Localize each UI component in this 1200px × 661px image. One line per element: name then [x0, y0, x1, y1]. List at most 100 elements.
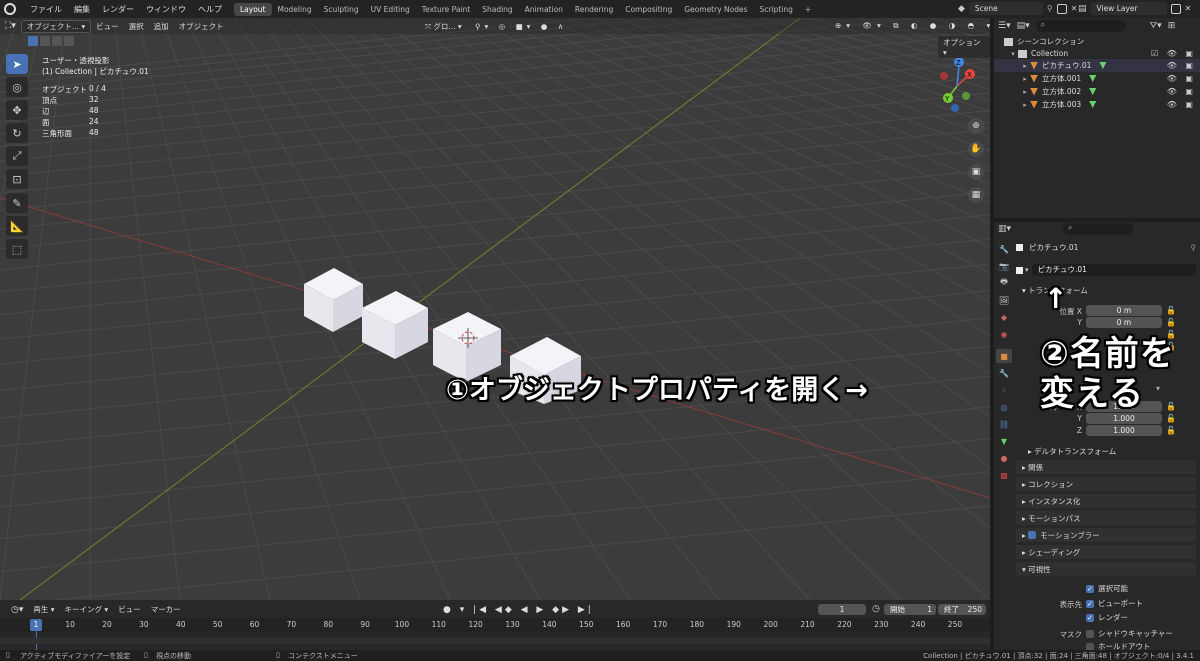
item-expand-icon[interactable]: ▸ — [1020, 75, 1030, 83]
scale-tool-icon[interactable]: ⤢ — [6, 146, 28, 166]
add-workspace-button[interactable]: + — [799, 3, 817, 16]
visibility-section-header[interactable]: ▾ 可視性 — [1016, 562, 1196, 576]
grid-perspective-icon[interactable]: ▦ — [968, 187, 984, 203]
end-frame-field[interactable]: 終了 250 — [938, 604, 986, 615]
properties-editor-icon[interactable]: ▥▾ — [998, 224, 1011, 234]
cursor-tool-icon[interactable]: ◎ — [6, 77, 28, 97]
item-visibility-icons[interactable]: 👁 ▣ — [1167, 74, 1196, 83]
tab-compositing[interactable]: Compositing — [619, 3, 678, 16]
playback-menu[interactable]: 再生 ▾ — [28, 604, 59, 615]
object-tab-icon[interactable]: ■ — [996, 349, 1012, 363]
move-tool-icon[interactable]: ✥ — [6, 100, 28, 120]
start-frame-field[interactable]: 開始 1 — [884, 604, 936, 615]
holdout-row[interactable]: ホールドアウト — [1086, 641, 1151, 650]
zoom-icon[interactable]: ⊕ — [968, 118, 984, 134]
menu-select[interactable]: 選択 — [124, 21, 149, 32]
texture-tab-icon[interactable]: ▩ — [996, 468, 1012, 482]
delete-view-layer-icon[interactable]: ✕ — [1185, 4, 1192, 13]
motion-paths-section-header[interactable]: ▸ モーションパス — [1016, 511, 1196, 525]
cube-3[interactable] — [304, 268, 363, 332]
physics-tab-icon[interactable]: ◎ — [996, 400, 1012, 414]
filter-icon[interactable]: ⛛▾ — [1150, 21, 1162, 31]
rotation-mode-dropdown-icon[interactable]: ▾ — [1156, 384, 1160, 393]
render-tab-icon[interactable]: 📷 — [996, 259, 1012, 273]
select-new-icon[interactable] — [28, 36, 38, 46]
view-layer-tab-icon[interactable]: 🖼 — [996, 293, 1012, 307]
editor-type-icon[interactable]: ⛶▾ — [0, 21, 21, 31]
viewport-checkbox-row[interactable]: ✓ ビューポート — [1086, 598, 1143, 609]
data-tab-icon[interactable]: ▼ — [996, 434, 1012, 448]
collection-visibility-icons[interactable]: ☑ 👁 ▣ — [1151, 49, 1196, 58]
select-invert-icon[interactable] — [64, 36, 74, 46]
snap-tools[interactable]: ⚲▾ ◎ ■▾ ● ∧ — [470, 22, 572, 31]
constraints-tab-icon[interactable]: ⛓ — [996, 417, 1012, 431]
tab-animation[interactable]: Animation — [519, 3, 569, 16]
object-type-dropdown-icon[interactable]: ▾ — [1025, 266, 1029, 274]
tab-modeling[interactable]: Modeling — [272, 3, 318, 16]
outliner-item[interactable]: ▸ 立方体.001 👁 ▣ — [994, 72, 1200, 85]
pin-icon[interactable]: ⚲ — [1047, 4, 1053, 13]
collection-expand-icon[interactable]: ▾ — [1008, 50, 1018, 58]
outliner-item[interactable]: ▸ 立方体.002 👁 ▣ — [994, 85, 1200, 98]
menu-add[interactable]: 追加 — [149, 21, 174, 32]
location-x-field[interactable]: 0 m — [1086, 305, 1162, 316]
selectable-checkbox-row[interactable]: ✓ 選択可能 — [1086, 583, 1128, 594]
modifier-tab-icon[interactable]: 🔧 — [996, 366, 1012, 380]
tool-tab-icon[interactable]: 🔧 — [996, 242, 1012, 256]
outliner-item[interactable]: ▸ ピカチュウ.01 👁 ▣ — [994, 59, 1200, 72]
outliner-editor-icon[interactable]: ☰▾ — [998, 21, 1011, 31]
measure-tool-icon[interactable]: 📐 — [6, 216, 28, 236]
menu-view[interactable]: ビュー — [91, 21, 124, 32]
menu-edit[interactable]: 編集 — [68, 4, 96, 15]
shading-section-header[interactable]: ▸ シェーディング — [1016, 545, 1196, 559]
tab-geometry-nodes[interactable]: Geometry Nodes — [678, 3, 753, 16]
pan-hand-icon[interactable]: ✋ — [968, 141, 984, 157]
blender-logo-icon[interactable] — [4, 3, 16, 15]
tab-texture-paint[interactable]: Texture Paint — [416, 3, 476, 16]
add-cube-tool-icon[interactable]: ⬚ — [6, 239, 28, 259]
object-name-field[interactable]: ピカチュウ.01 — [1031, 264, 1196, 276]
lock-icon[interactable]: 🔓 — [1166, 402, 1176, 411]
menu-help[interactable]: ヘルプ — [192, 4, 228, 15]
instancing-section-header[interactable]: ▸ インスタンス化 — [1016, 494, 1196, 508]
scene-field[interactable]: Scene — [968, 2, 1043, 15]
new-collection-icon[interactable]: ⊞ — [1168, 21, 1176, 31]
lock-icon[interactable]: 🔓 — [1166, 426, 1176, 435]
menu-file[interactable]: ファイル — [24, 4, 68, 15]
item-visibility-icons[interactable]: 👁 ▣ — [1167, 100, 1196, 109]
menu-render[interactable]: レンダー — [96, 4, 140, 15]
output-tab-icon[interactable]: 🖶 — [996, 276, 1012, 290]
annotate-tool-icon[interactable]: ✎ — [6, 193, 28, 213]
select-subtract-icon[interactable] — [52, 36, 62, 46]
delta-transform-header[interactable]: ▸ デルタトランスフォーム — [1016, 444, 1196, 458]
overlay-shading-buttons[interactable]: ⊕▾ 👁▾ ⧉ ◐ ● ◑ ◓ ▾ — [830, 21, 990, 31]
scale-z-field[interactable]: 1.000 — [1086, 425, 1162, 436]
outliner-search-input[interactable]: ⌕ — [1035, 20, 1126, 32]
motion-blur-checkbox[interactable] — [1028, 531, 1037, 539]
scene-tab-icon[interactable]: ◆ — [996, 310, 1012, 324]
collections-section-header[interactable]: ▸ コレクション — [1016, 477, 1196, 491]
item-visibility-icons[interactable]: 👁 ▣ — [1167, 87, 1196, 96]
timeline-scrollbar[interactable] — [0, 638, 990, 644]
tab-scripting[interactable]: Scripting — [754, 3, 799, 16]
mode-dropdown[interactable]: オブジェクト... ▾ — [20, 19, 92, 33]
select-tool-icon[interactable]: ➤ — [6, 54, 28, 74]
delete-scene-icon[interactable]: ✕ — [1071, 4, 1078, 13]
clock-icon[interactable]: ◷ — [872, 604, 880, 614]
3d-viewport[interactable]: X Y Z ⛶▾ オブジェクト... ▾ ビュー 選択 追加 オブジェクト ⤧ … — [0, 18, 990, 600]
tab-rendering[interactable]: Rendering — [569, 3, 619, 16]
motion-blur-section-header[interactable]: ▸ モーションブラー — [1016, 528, 1196, 542]
item-expand-icon[interactable]: ▸ — [1020, 101, 1030, 109]
current-frame-field[interactable]: 1 — [818, 604, 866, 615]
timeline-editor-icon[interactable]: ◷▾ — [6, 605, 28, 615]
lock-icon[interactable]: 🔓 — [1166, 306, 1176, 315]
material-tab-icon[interactable]: ● — [996, 451, 1012, 465]
shadow-catcher-checkbox[interactable] — [1086, 630, 1094, 638]
viewport-checkbox[interactable]: ✓ — [1086, 600, 1094, 608]
marker-menu[interactable]: マーカー — [146, 604, 186, 615]
orientation-dropdown[interactable]: ⤧ グロ... ▾ — [420, 21, 467, 32]
particles-tab-icon[interactable]: ⁘ — [996, 383, 1012, 397]
timeline-view-menu[interactable]: ビュー — [113, 604, 146, 615]
tab-layout[interactable]: Layout — [234, 2, 272, 16]
select-extend-icon[interactable] — [40, 36, 50, 46]
